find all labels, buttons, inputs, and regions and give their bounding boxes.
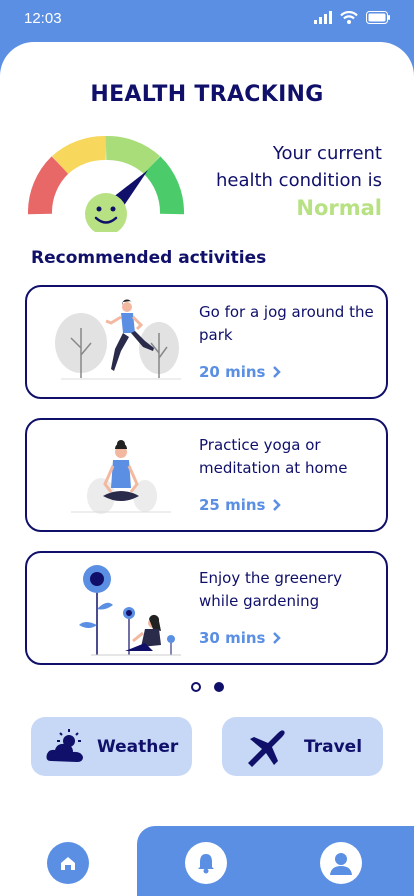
airplane-icon (248, 729, 285, 767)
page-title: HEALTH TRACKING (90, 82, 324, 107)
duration-label: 20 mins (199, 363, 266, 381)
duration-label: 30 mins (199, 629, 266, 647)
activity-card-yoga[interactable]: Practice yoga or meditation at home 25 m… (25, 418, 388, 532)
status-time: 12:03 (24, 10, 62, 27)
nav-profile[interactable] (320, 842, 362, 884)
battery-icon (366, 11, 390, 24)
chevron-right-icon (273, 366, 282, 378)
duration-label: 25 mins (199, 496, 266, 514)
activity-duration[interactable]: 25 mins (199, 496, 282, 514)
weather-label: Weather (97, 736, 179, 757)
health-status: Normal (296, 196, 382, 220)
activity-card-garden[interactable]: Enjoy the greenery while gardening 30 mi… (25, 551, 388, 665)
main-card: HEALTH TRACKING Your current health cond… (0, 42, 414, 854)
bottom-nav (0, 826, 414, 896)
health-description: Your current health condition is (216, 140, 382, 194)
wifi-icon (340, 11, 358, 24)
activity-card-jog[interactable]: Go for a jog around the park 20 mins (25, 285, 388, 399)
bell-icon (198, 854, 214, 874)
activity-text: Go for a jog around the park (199, 303, 374, 344)
recommended-title: Recommended activities (31, 248, 267, 268)
yoga-illustration (71, 440, 171, 514)
health-line-2: health condition is (215, 170, 382, 191)
activity-text: Practice yoga or meditation at home (199, 436, 348, 477)
signal-icon (314, 11, 332, 24)
activity-text: Enjoy the greenery while gardening (199, 569, 342, 610)
chevron-right-icon (273, 632, 282, 644)
jogging-illustration (55, 299, 181, 380)
pager-dots (0, 682, 414, 692)
weather-icon (46, 728, 83, 762)
status-icons (314, 11, 390, 24)
nav-background (137, 826, 414, 896)
profile-icon (330, 853, 352, 875)
travel-button[interactable]: Travel (222, 717, 383, 776)
weather-button[interactable]: Weather (31, 717, 192, 776)
gardening-illustration (79, 565, 181, 656)
activity-duration[interactable]: 30 mins (199, 629, 282, 647)
pager-dot-active[interactable] (213, 682, 224, 692)
activity-duration[interactable]: 20 mins (199, 363, 282, 381)
nav-notifications[interactable] (185, 842, 227, 884)
health-gauge (28, 136, 184, 232)
health-line-1: Your current (272, 143, 382, 164)
chevron-right-icon (273, 499, 282, 511)
home-icon (56, 851, 80, 875)
pager-dot[interactable] (190, 682, 201, 692)
nav-home[interactable] (47, 842, 89, 884)
travel-label: Travel (304, 736, 363, 757)
status-bar: 12:03 (0, 0, 414, 40)
